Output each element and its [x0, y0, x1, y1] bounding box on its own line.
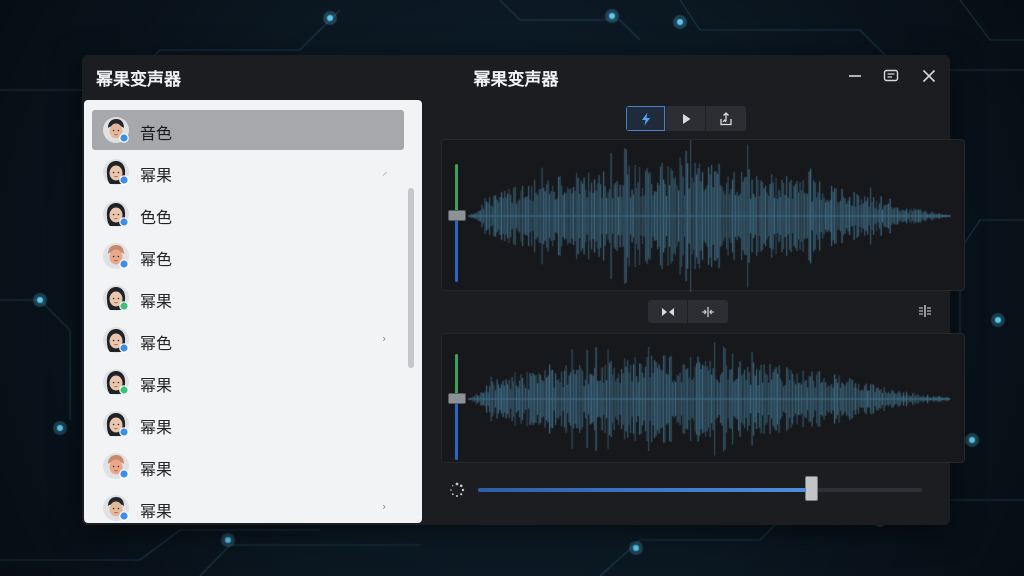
voice-label: 幂果	[140, 418, 173, 437]
minimize-icon[interactable]	[846, 67, 864, 85]
voice-item[interactable]: 幂果	[92, 362, 404, 402]
girl-avatar-green	[102, 368, 130, 396]
export-button[interactable]	[706, 106, 746, 131]
voice-item-indicator	[382, 248, 392, 262]
split-button[interactable]	[688, 300, 728, 323]
voice-item-indicator	[382, 458, 392, 472]
voice-item[interactable]: 幂果	[92, 446, 404, 486]
level-meter-green	[455, 354, 458, 398]
edit-toolbar	[648, 300, 728, 323]
processed-waveform-panel	[441, 333, 966, 464]
voice-item-indicator	[382, 206, 392, 220]
level-meter-blue	[455, 220, 458, 282]
baby-avatar	[102, 242, 130, 270]
voice-item-indicator	[382, 122, 392, 136]
lightning-icon	[641, 112, 650, 125]
voice-item[interactable]: 幂果	[92, 278, 404, 318]
progress-slider-knob[interactable]	[805, 476, 818, 501]
voice-label: 幂果	[140, 460, 173, 479]
voice-item-indicator: ⸝	[382, 165, 388, 178]
processed-waveform	[442, 334, 966, 464]
mirror-button[interactable]	[648, 300, 688, 323]
lightning-button[interactable]	[626, 106, 666, 131]
voice-item-indicator	[382, 290, 392, 304]
voice-label: 音色	[140, 124, 173, 143]
play-icon	[682, 113, 690, 124]
girl-avatar	[102, 158, 130, 186]
voice-item-indicator: ›	[382, 500, 387, 513]
original-waveform	[442, 140, 966, 292]
voice-item-indicator	[382, 374, 392, 388]
play-button[interactable]	[666, 106, 706, 131]
voice-item[interactable]: 幂色 ›	[92, 320, 404, 360]
voice-label: 幂色	[140, 334, 173, 353]
boy-avatar	[102, 116, 130, 144]
girl-avatar-green	[102, 284, 130, 312]
window-title: 幂果变声器	[473, 70, 559, 90]
level-meter-blue	[455, 398, 458, 460]
voice-label: 幂果	[140, 292, 173, 311]
original-waveform-panel	[441, 139, 966, 292]
align-icon[interactable]	[916, 302, 934, 320]
playback-mode-toolbar	[626, 106, 746, 131]
voice-list-panel: 音色 幂果 ⸝ 色色 幂色 幂果 幂色 › 幂果 幂果 幂果 幂果 ›	[84, 100, 422, 523]
close-icon[interactable]	[920, 67, 938, 85]
voice-item[interactable]: 音色	[92, 110, 404, 150]
voice-label: 幂色	[140, 250, 173, 269]
voice-item[interactable]: 幂果	[92, 404, 404, 444]
voice-label: 幂果	[140, 376, 173, 395]
voice-label: 色色	[140, 208, 173, 227]
mirror-icon	[661, 307, 674, 316]
voice-label: 幂果	[140, 166, 173, 185]
girl-avatar	[102, 326, 130, 354]
girl-avatar	[102, 200, 130, 228]
split-icon	[702, 306, 714, 317]
progress-slider[interactable]	[478, 488, 922, 492]
voice-label: 幂果	[140, 502, 173, 521]
voice-item[interactable]: 色色	[92, 194, 404, 234]
voice-item-indicator: ›	[382, 332, 387, 345]
loading-icon	[448, 481, 466, 499]
baby-avatar	[102, 452, 130, 480]
export-icon	[720, 111, 732, 125]
app-window: 幂果变声器 幂果变声器 音色 幂果 ⸝ 色色 幂色 幂果 幂色 › 幂果 幂果 …	[82, 55, 966, 525]
boy-avatar	[102, 494, 130, 522]
progress-fill	[478, 488, 811, 492]
voice-item[interactable]: 幂色	[92, 236, 404, 276]
voice-item[interactable]: 幂果 ⸝	[92, 152, 404, 192]
processed-level-handle[interactable]	[448, 393, 466, 404]
voice-item[interactable]: 幂果 ›	[92, 488, 404, 523]
voice-list-scrollbar[interactable]	[408, 188, 414, 368]
original-level-handle[interactable]	[448, 210, 466, 221]
voice-item-indicator	[382, 416, 392, 430]
girl-avatar	[102, 410, 130, 438]
feedback-icon[interactable]	[882, 67, 900, 85]
